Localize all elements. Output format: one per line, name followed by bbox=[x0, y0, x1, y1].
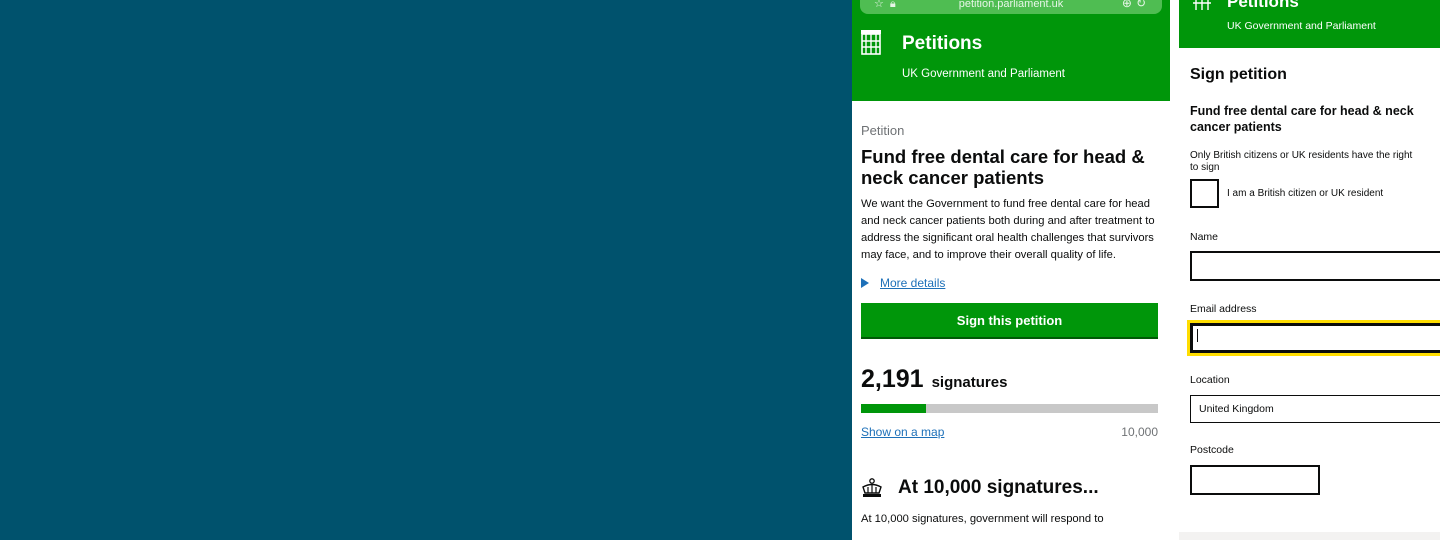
petition-content: Petition Fund free dental care for head … bbox=[861, 101, 1161, 525]
address-text[interactable]: petition.parliament.uk bbox=[860, 0, 1162, 10]
map-row: Show on a map 10,000 bbox=[861, 425, 1158, 439]
petition-title: Fund free dental care for head & neck ca… bbox=[861, 146, 1145, 188]
name-label: Name bbox=[1190, 231, 1219, 243]
eligibility-checkbox-row[interactable]: I am a British citizen or UK resident bbox=[1190, 179, 1440, 208]
form-petition-title-line1: Fund free dental care for head & neck bbox=[1190, 104, 1414, 118]
more-details-link[interactable]: More details bbox=[880, 276, 945, 290]
show-on-map-link[interactable]: Show on a map bbox=[861, 425, 944, 439]
browser-address-bar[interactable]: ☆🔒︎ petition.parliament.uk ⊕↻ bbox=[860, 0, 1162, 14]
name-field[interactable] bbox=[1190, 251, 1440, 281]
sign-form-screen: Petitions UK Government and Parliament S… bbox=[1170, 0, 1440, 540]
petition-description: We want the Government to fund free dent… bbox=[861, 198, 1155, 261]
reload-icon[interactable]: ⊕↻ bbox=[1122, 0, 1150, 10]
eligibility-checkbox-label[interactable]: I am a British citizen or UK resident bbox=[1227, 188, 1383, 199]
form-heading: Sign petition bbox=[1190, 66, 1287, 83]
postcode-label: Postcode bbox=[1190, 444, 1234, 456]
crown-icon bbox=[862, 478, 882, 497]
location-selected-value: United Kingdom bbox=[1199, 403, 1274, 415]
sign-form: Sign petition Fund free dental care for … bbox=[1190, 66, 1440, 495]
portcullis-icon bbox=[1193, 0, 1211, 10]
form-petition-title: Fund free dental care for head & neck ca… bbox=[1190, 103, 1440, 135]
threshold-title: At 10,000 signatures... bbox=[898, 477, 1099, 498]
site-subtitle: UK Government and Parliament bbox=[1227, 20, 1376, 32]
form-petition-title-line2: cancer patients bbox=[1190, 120, 1282, 134]
eligibility-checkbox[interactable] bbox=[1190, 179, 1219, 208]
eligibility-note: Only British citizens or UK residents ha… bbox=[1190, 150, 1440, 174]
eligibility-line1: Only British citizens or UK residents ha… bbox=[1190, 150, 1413, 161]
signature-count: 2,191 signatures bbox=[861, 365, 1161, 394]
signature-number: 2,191 bbox=[861, 365, 924, 393]
email-label: Email address bbox=[1190, 303, 1257, 315]
text-cursor bbox=[1197, 329, 1198, 342]
form-footer-strip bbox=[1179, 532, 1440, 540]
signature-progress-fill bbox=[861, 404, 927, 413]
signature-target: 10,000 bbox=[1121, 425, 1158, 439]
signature-progress-bar bbox=[861, 404, 1158, 413]
postcode-field[interactable] bbox=[1190, 465, 1320, 495]
page-caption: Petition bbox=[861, 123, 905, 138]
threshold-text: At 10,000 signatures, government will re… bbox=[861, 513, 1104, 525]
location-label: Location bbox=[1190, 374, 1230, 386]
email-field-wrapper bbox=[1190, 323, 1440, 353]
sign-petition-button[interactable]: Sign this petition bbox=[861, 303, 1158, 339]
site-subtitle: UK Government and Parliament bbox=[902, 68, 1065, 80]
signature-label: signatures bbox=[931, 374, 1008, 391]
site-header: Petitions UK Government and Parliament bbox=[1179, 0, 1440, 48]
location-select[interactable]: United Kingdom bbox=[1190, 395, 1440, 423]
eligibility-line2: to sign bbox=[1190, 162, 1220, 173]
site-header: ☆🔒︎ petition.parliament.uk ⊕↻ Petitions … bbox=[852, 0, 1170, 101]
site-brand[interactable]: Petitions bbox=[1227, 0, 1299, 12]
petition-page-screen: ☆🔒︎ petition.parliament.uk ⊕↻ Petitions … bbox=[852, 0, 1170, 540]
threshold-heading: At 10,000 signatures... bbox=[861, 477, 1161, 499]
site-brand[interactable]: Petitions bbox=[902, 33, 982, 55]
triangle-right-icon bbox=[861, 278, 869, 288]
portcullis-icon bbox=[861, 30, 881, 55]
email-field[interactable] bbox=[1190, 323, 1440, 353]
more-details-toggle[interactable]: More details bbox=[861, 276, 1161, 290]
